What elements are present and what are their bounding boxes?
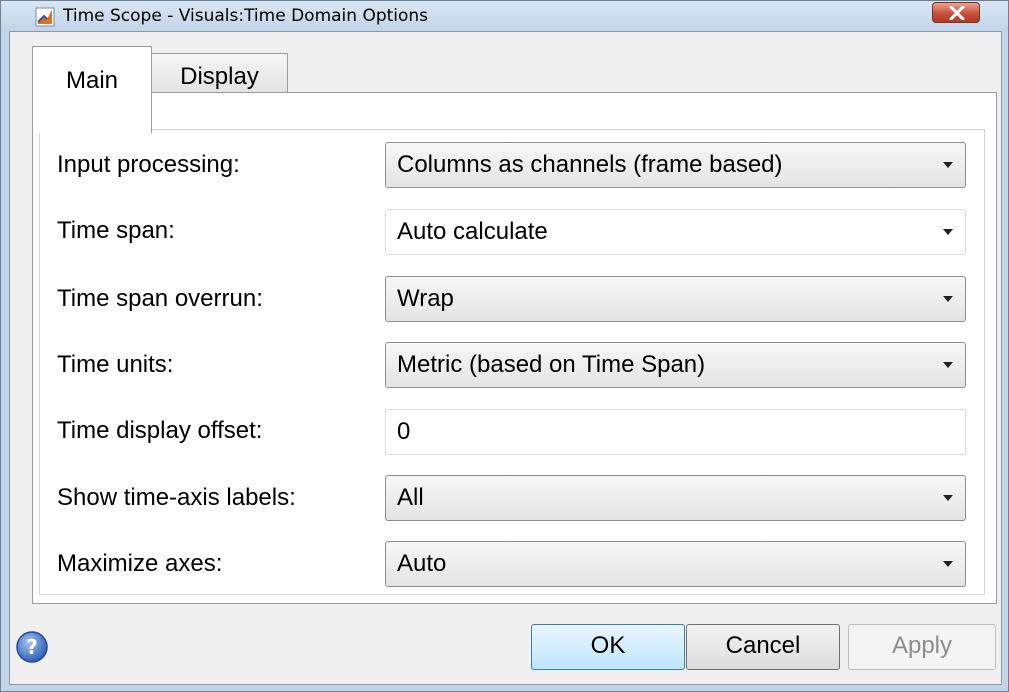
- dialog-window: Time Scope - Visuals:Time Domain Options…: [0, 0, 1009, 692]
- time-span-overrun-label: Time span overrun:: [57, 285, 263, 312]
- chevron-down-icon: [943, 561, 953, 567]
- cancel-button[interactable]: Cancel: [686, 624, 840, 670]
- time-display-offset-label: Time display offset:: [57, 417, 263, 444]
- time-units-label: Time units:: [57, 351, 174, 378]
- apply-button[interactable]: Apply: [848, 624, 996, 670]
- show-time-axis-labels-dropdown[interactable]: All: [385, 475, 966, 521]
- show-time-axis-labels-value: All: [397, 484, 424, 511]
- input-processing-label: Input processing:: [57, 151, 240, 178]
- window-title: Time Scope - Visuals:Time Domain Options: [63, 6, 429, 26]
- tab-main-label: Main: [65, 67, 119, 94]
- time-display-offset-value: 0: [397, 418, 411, 445]
- title-bar[interactable]: Time Scope - Visuals:Time Domain Options: [1, 1, 1008, 31]
- time-units-dropdown[interactable]: Metric (based on Time Span): [385, 342, 966, 388]
- time-span-overrun-dropdown[interactable]: Wrap: [385, 276, 966, 322]
- chevron-down-icon: [943, 296, 953, 302]
- chevron-down-icon: [943, 162, 953, 168]
- input-processing-value: Columns as channels (frame based): [397, 151, 783, 178]
- svg-text:?: ?: [26, 635, 38, 659]
- dialog-body: Main Display Input processing: Columns a…: [9, 31, 1002, 685]
- chevron-down-icon: [943, 229, 953, 235]
- close-icon: [949, 6, 965, 20]
- tab-main[interactable]: Main: [32, 46, 152, 133]
- time-span-dropdown[interactable]: Auto calculate: [385, 209, 966, 255]
- ok-button[interactable]: OK: [531, 624, 685, 670]
- tab-display-label: Display: [180, 63, 259, 90]
- chevron-down-icon: [943, 362, 953, 368]
- time-span-label: Time span:: [57, 217, 175, 244]
- time-span-overrun-value: Wrap: [397, 285, 454, 312]
- maximize-axes-label: Maximize axes:: [57, 550, 223, 577]
- matlab-app-icon: [35, 7, 55, 27]
- options-group: Input processing: Columns as channels (f…: [39, 129, 985, 595]
- tab-display[interactable]: Display: [151, 53, 288, 93]
- show-time-axis-labels-label: Show time-axis labels:: [57, 484, 296, 511]
- close-button[interactable]: [932, 2, 980, 23]
- maximize-axes-dropdown[interactable]: Auto: [385, 541, 966, 587]
- time-units-value: Metric (based on Time Span): [397, 351, 706, 378]
- tab-panel: Input processing: Columns as channels (f…: [32, 92, 997, 604]
- help-icon[interactable]: ?: [15, 630, 49, 664]
- time-display-offset-input[interactable]: 0: [385, 409, 966, 455]
- maximize-axes-value: Auto: [397, 550, 447, 577]
- chevron-down-icon: [943, 495, 953, 501]
- time-span-value: Auto calculate: [397, 218, 548, 245]
- input-processing-dropdown[interactable]: Columns as channels (frame based): [385, 142, 966, 188]
